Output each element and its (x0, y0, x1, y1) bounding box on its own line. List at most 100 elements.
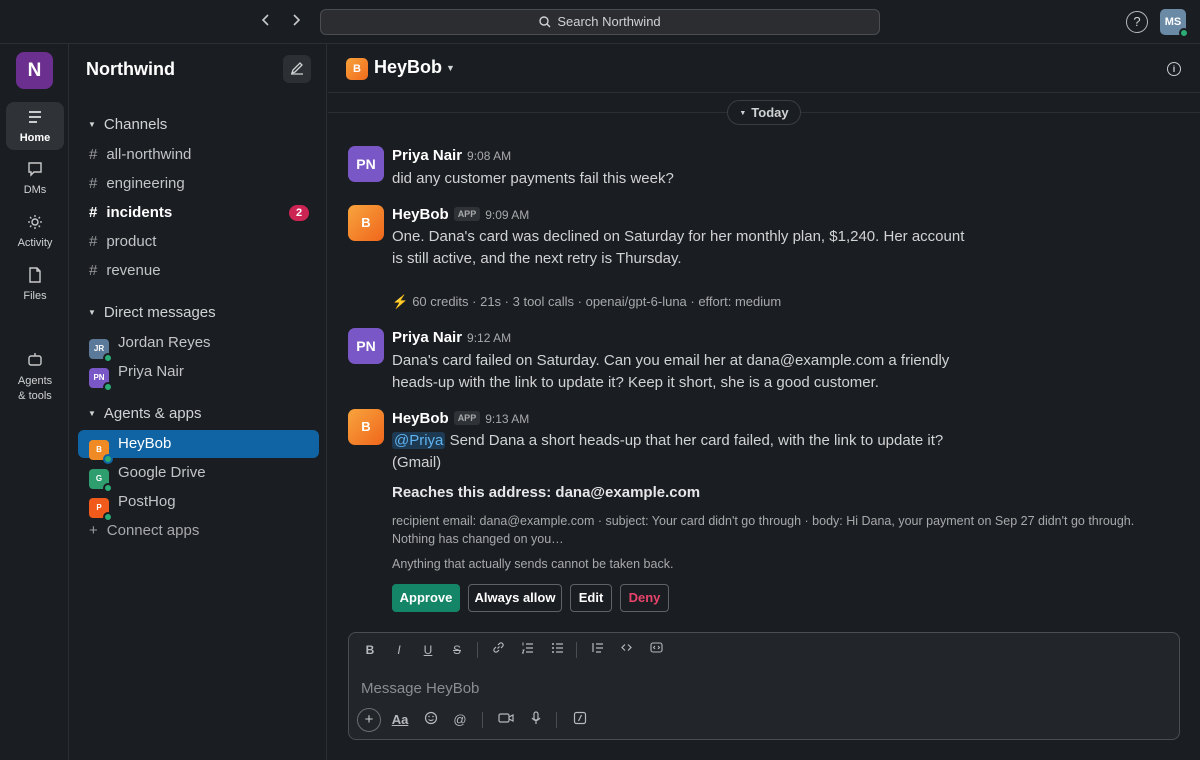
app-rail: N Home DMs Activity Files Agents & tools (0, 44, 69, 760)
blockquote-icon[interactable] (586, 641, 608, 659)
microphone-icon[interactable] (526, 711, 546, 729)
sidebar-item-engineering[interactable]: # engineering (78, 170, 319, 198)
caret-down-icon: ▼ (88, 308, 96, 317)
compose-button[interactable] (283, 55, 311, 83)
run-meta-line[interactable]: ⚡ 60 credits · 21s · 3 tool calls · opena… (392, 294, 781, 310)
hash-icon: # (89, 262, 98, 279)
rail-agents-label: Agents & tools (17, 375, 53, 402)
sidebar-item-posthog[interactable]: P PostHog (78, 488, 319, 522)
code-icon[interactable] (615, 641, 637, 659)
emoji-icon[interactable] (421, 711, 441, 729)
help-icon[interactable]: ? (1126, 11, 1148, 33)
app-tag: APP (453, 207, 481, 221)
rail-dms-label: DMs (23, 184, 47, 196)
caret-down-icon: ▼ (88, 120, 96, 129)
rail-activity[interactable]: Activity (6, 213, 64, 249)
sidebar-item-product[interactable]: # product (78, 228, 319, 256)
rail-files-label: Files (23, 290, 47, 302)
channel-avatar: B (346, 58, 368, 80)
video-icon[interactable] (496, 711, 516, 729)
avatar-initials: B (96, 445, 102, 454)
italic-button[interactable]: I (388, 641, 410, 659)
channel-name[interactable]: HeyBob (374, 57, 442, 78)
avatar[interactable]: B (348, 205, 384, 241)
workspace-logo[interactable]: N (16, 52, 53, 89)
chevron-down-icon[interactable]: ▼ (446, 63, 455, 73)
toolbar-divider (477, 642, 478, 658)
message-author[interactable]: HeyBob (392, 206, 449, 223)
hash-icon: # (89, 175, 98, 192)
sidebar-item-all-northwind[interactable]: # all-northwind (78, 141, 319, 169)
mention-button[interactable]: @ (450, 711, 470, 729)
workspace-name[interactable]: Northwind (86, 59, 175, 80)
search-bar[interactable]: Search Northwind (320, 9, 880, 35)
back-arrow-icon[interactable] (255, 11, 277, 33)
rail-agents[interactable]: Agents & tools (6, 320, 64, 404)
avatar-initials: G (95, 474, 103, 483)
bullet-list-icon[interactable] (546, 641, 568, 659)
dm-label: Jordan Reyes (118, 334, 211, 351)
approval-warning: Anything that actually sends cannot be t… (392, 557, 674, 571)
channel-label: revenue (106, 262, 161, 279)
lightning-icon: ⚡ (392, 294, 409, 309)
message-timestamp[interactable]: 9:12 AM (467, 331, 511, 345)
plus-button[interactable]: + (357, 708, 381, 732)
sidebar-item-priya-nair[interactable]: PN Priya Nair (78, 358, 319, 392)
files-icon (6, 266, 64, 288)
avatar: PN (89, 368, 113, 392)
day-divider[interactable]: ▼ Today (727, 100, 801, 125)
message-timestamp[interactable]: 9:08 AM (467, 149, 511, 163)
avatar[interactable]: PN (348, 328, 384, 364)
bold-button[interactable]: B (359, 641, 381, 659)
ordered-list-icon[interactable] (516, 641, 538, 659)
edit-button[interactable]: Edit (570, 584, 612, 612)
run-meta-text: 60 credits · 21s · 3 tool calls · openai… (412, 294, 782, 309)
dm-header-label: Direct messages (103, 304, 216, 321)
user-mention[interactable]: @Priya (392, 432, 446, 449)
shortcuts-icon[interactable] (570, 711, 590, 729)
forward-arrow-icon[interactable] (285, 11, 307, 33)
strikethrough-button[interactable]: S (446, 641, 468, 659)
channels-header-label: Channels (103, 116, 168, 133)
always-allow-button[interactable]: Always allow (468, 584, 562, 612)
apps-header[interactable]: ▼ Agents & apps (88, 405, 202, 422)
message-author[interactable]: Priya Nair (392, 147, 462, 164)
channel-header: B HeyBob ▼ i (328, 44, 1200, 93)
message-input[interactable] (361, 677, 1161, 699)
message-timestamp[interactable]: 9:09 AM (485, 208, 529, 222)
code-block-icon[interactable] (645, 641, 667, 659)
message-author[interactable]: Priya Nair (392, 329, 462, 346)
approve-button[interactable]: Approve (392, 584, 460, 612)
sidebar-item-heybob[interactable]: B HeyBob (78, 430, 319, 464)
activity-icon (6, 213, 64, 235)
rail-home[interactable]: Home (6, 102, 64, 150)
sidebar-item-google-drive[interactable]: G Google Drive (78, 459, 319, 493)
channels-header[interactable]: ▼ Channels (88, 116, 167, 133)
sidebar-item-incidents[interactable]: # incidents 2 (78, 199, 319, 227)
rail-dms[interactable]: DMs (6, 160, 64, 196)
info-icon[interactable]: i (1167, 62, 1181, 76)
user-avatar[interactable]: MS (1160, 9, 1189, 38)
link-icon[interactable] (487, 641, 509, 659)
avatar: P (89, 498, 113, 522)
message-text: did any customer payments fail this week… (392, 170, 674, 187)
message-body: Send Dana a short heads-up that her card… (445, 432, 944, 449)
rail-home-label: Home (19, 132, 51, 144)
connect-apps-button[interactable]: + Connect apps (78, 517, 319, 545)
avatar[interactable]: B (348, 409, 384, 445)
app-tag: APP (453, 411, 481, 425)
dm-header[interactable]: ▼ Direct messages (88, 304, 216, 321)
sidebar-item-revenue[interactable]: # revenue (78, 257, 319, 285)
deny-button[interactable]: Deny (620, 584, 669, 612)
message-timestamp[interactable]: 9:13 AM (485, 412, 529, 426)
channel-label: all-northwind (106, 146, 192, 163)
avatar: G (89, 469, 113, 493)
message-author[interactable]: HeyBob (392, 410, 449, 427)
message-composer: B I U S + Aa @ (348, 632, 1180, 740)
message-body-suffix: (Gmail) (392, 454, 442, 471)
underline-button[interactable]: U (417, 641, 439, 659)
rail-files[interactable]: Files (6, 266, 64, 302)
avatar[interactable]: PN (348, 146, 384, 182)
format-toggle-button[interactable]: Aa (390, 711, 410, 729)
sidebar-item-jordan-reyes[interactable]: JR Jordan Reyes (78, 329, 319, 363)
